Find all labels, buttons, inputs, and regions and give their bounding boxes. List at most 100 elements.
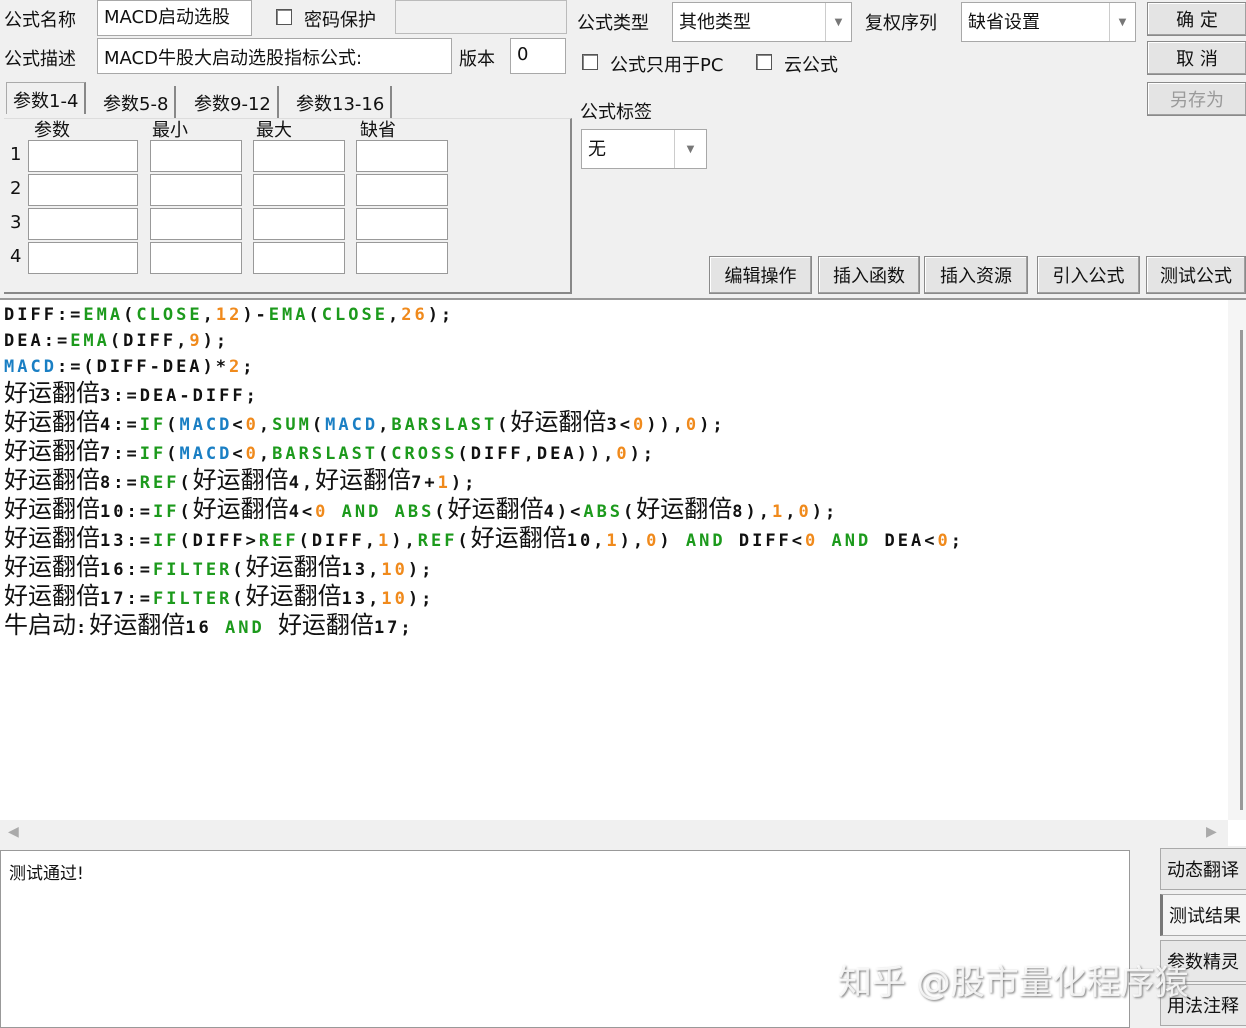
code-text: 8:= xyxy=(100,473,140,493)
code-chinese-identifier: 好运翻倍 xyxy=(245,553,342,581)
param-header-default: 缺省 xyxy=(360,120,396,141)
rights-select[interactable]: 缺省设置 ▼ xyxy=(961,2,1136,42)
code-text: , xyxy=(378,415,392,435)
code-line: 好运翻倍17:=FILTER(好运翻倍13,10); xyxy=(4,583,964,612)
import-formula-button[interactable]: 引入公式 xyxy=(1037,256,1140,294)
ok-button[interactable]: 确 定 xyxy=(1147,2,1246,36)
code-text: 4, xyxy=(288,473,316,493)
tab-params-5-8[interactable]: 参数5-8 xyxy=(97,86,177,118)
cancel-button[interactable]: 取 消 xyxy=(1147,41,1246,75)
code-text: 7+ xyxy=(411,473,438,493)
param-input-max[interactable] xyxy=(253,208,345,240)
code-chinese-identifier: 好运翻倍 xyxy=(4,582,100,610)
code-line: 好运翻倍16:=FILTER(好运翻倍13,10); xyxy=(4,554,964,583)
param-row-number: 1 xyxy=(10,144,22,165)
param-input-default[interactable] xyxy=(356,174,448,206)
code-text: ; xyxy=(950,531,964,551)
code-text: (DIFF,DEA)), xyxy=(457,444,617,464)
param-input-name[interactable] xyxy=(28,208,138,240)
code-text: 13, xyxy=(341,560,382,580)
param-input-min[interactable] xyxy=(150,208,242,240)
edit-operation-button[interactable]: 编辑操作 xyxy=(709,256,812,294)
code-chinese-identifier: 好运翻倍 xyxy=(4,524,100,552)
param-header-max: 最大 xyxy=(256,120,292,141)
param-input-min[interactable] xyxy=(150,242,242,274)
output-text: 测试通过! xyxy=(9,864,84,884)
save-as-button[interactable]: 另存为 xyxy=(1147,82,1246,116)
code-text: < xyxy=(232,415,246,435)
param-input-max[interactable] xyxy=(253,242,345,274)
code-text: ); xyxy=(407,589,435,609)
code-function: AND xyxy=(685,531,726,551)
code-text: ( xyxy=(457,531,471,551)
code-text: ( xyxy=(179,502,193,522)
code-text: ); xyxy=(629,444,657,464)
code-function: IF xyxy=(139,444,167,464)
code-text: ( xyxy=(311,415,326,435)
password-label: 密码保护 xyxy=(304,10,376,31)
insert-function-button[interactable]: 插入函数 xyxy=(818,256,920,294)
param-input-default[interactable] xyxy=(356,242,448,274)
code-line: DEA:=EMA(DIFF,9); xyxy=(4,328,964,354)
code-text: ( xyxy=(378,444,392,464)
code-text: 4:= xyxy=(100,415,140,435)
code-text: , xyxy=(785,502,799,522)
formula-tag-select[interactable]: 无 ▼ xyxy=(581,129,707,169)
param-input-max[interactable] xyxy=(253,140,345,172)
code-number: 0 xyxy=(805,531,819,551)
param-input-min[interactable] xyxy=(150,174,242,206)
code-editor[interactable]: DIFF:=EMA(CLOSE,12)-EMA(CLOSE,26); DEA:=E… xyxy=(0,298,1246,846)
test-formula-button[interactable]: 测试公式 xyxy=(1146,256,1246,294)
param-input-min[interactable] xyxy=(150,140,242,172)
code-text: 4< xyxy=(288,502,316,522)
code-chinese-identifier: 好运翻倍 xyxy=(4,466,100,494)
formula-desc-label: 公式描述 xyxy=(4,49,76,70)
formula-desc-input[interactable]: MACD牛股大启动选股指标公式: xyxy=(97,38,452,74)
param-input-default[interactable] xyxy=(356,140,448,172)
param-input-name[interactable] xyxy=(28,242,138,274)
code-number: 9 xyxy=(189,331,203,351)
tab-params-9-12[interactable]: 参数9-12 xyxy=(188,86,279,118)
tab-params-13-16[interactable]: 参数13-16 xyxy=(290,86,393,118)
insert-resource-button[interactable]: 插入资源 xyxy=(924,256,1028,294)
pc-only-checkbox[interactable] xyxy=(582,54,598,70)
code-number: 0 xyxy=(245,415,259,435)
code-text: )- xyxy=(242,305,269,325)
code-function: AND xyxy=(224,618,265,638)
rights-value: 缺省设置 xyxy=(968,12,1040,33)
code-variable: MACD xyxy=(4,357,57,377)
dynamic-translate-button[interactable]: 动态翻译 xyxy=(1160,848,1246,890)
code-text: 16:= xyxy=(100,560,153,580)
code-text: DIFF< xyxy=(725,531,806,551)
test-result-button[interactable]: 测试结果 xyxy=(1160,894,1246,936)
code-number: 0 xyxy=(646,531,660,551)
code-chinese-identifier: 好运翻倍 xyxy=(447,495,544,523)
formula-type-select[interactable]: 其他类型 ▼ xyxy=(672,2,852,42)
scrollbar-thumb[interactable] xyxy=(1240,330,1243,810)
code-line: MACD:=(DIFF-DEA)*2; xyxy=(4,354,964,380)
code-text: ); xyxy=(427,305,455,325)
code-number: 0 xyxy=(685,415,700,435)
password-checkbox[interactable] xyxy=(276,9,292,25)
scroll-left-icon[interactable]: ◀ xyxy=(8,824,19,840)
scroll-right-icon[interactable]: ▶ xyxy=(1206,824,1217,840)
param-input-default[interactable] xyxy=(356,208,448,240)
vertical-scrollbar[interactable] xyxy=(1228,300,1246,820)
cloud-checkbox[interactable] xyxy=(756,54,772,70)
formula-tag-label: 公式标签 xyxy=(580,102,652,123)
param-input-name[interactable] xyxy=(28,140,138,172)
param-row-number: 2 xyxy=(10,178,22,199)
formula-name-input[interactable]: MACD启动选股 xyxy=(97,0,252,36)
code-function: BARSLAST xyxy=(391,415,498,435)
horizontal-scrollbar[interactable]: ◀ ▶ xyxy=(0,820,1228,846)
code-chinese-identifier: 好运翻倍 xyxy=(4,553,100,581)
code-text: ; xyxy=(242,357,256,377)
param-input-name[interactable] xyxy=(28,174,138,206)
param-input-max[interactable] xyxy=(253,174,345,206)
version-input[interactable]: 0 xyxy=(510,38,566,74)
code-content[interactable]: DIFF:=EMA(CLOSE,12)-EMA(CLOSE,26); DEA:=E… xyxy=(4,302,964,641)
password-input[interactable] xyxy=(395,0,567,34)
code-text: ); xyxy=(811,502,839,522)
tab-params-1-4[interactable]: 参数1-4 xyxy=(6,82,87,114)
code-variable: MACD xyxy=(179,444,233,464)
